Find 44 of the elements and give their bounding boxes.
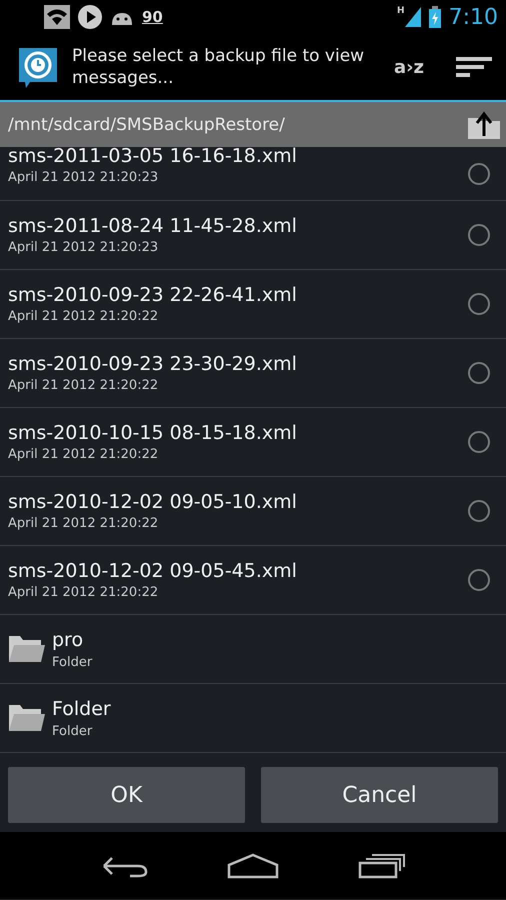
battery-icon xyxy=(428,6,441,28)
file-name: sms-2010-09-23 22-26-41.xml xyxy=(8,284,298,306)
radio-button[interactable] xyxy=(468,500,490,522)
file-name: sms-2011-08-24 11-45-28.xml xyxy=(8,215,298,237)
file-name: sms-2010-12-02 09-05-45.xml xyxy=(8,560,298,582)
clock: 7:10 xyxy=(448,4,498,30)
file-date: April 21 2012 21:20:22 xyxy=(8,309,160,324)
file-date: April 21 2012 21:20:23 xyxy=(8,240,160,255)
file-date: April 21 2012 21:20:22 xyxy=(8,447,160,462)
sort-button[interactable]: a›z xyxy=(394,56,424,78)
notification-count: 90 xyxy=(142,8,163,26)
folder-name: pro xyxy=(52,628,84,650)
file-name: sms-2010-10-15 08-15-18.xml xyxy=(8,422,298,444)
radio-button[interactable] xyxy=(468,569,490,591)
folder-label: Folder xyxy=(52,654,94,670)
recent-apps-icon[interactable] xyxy=(358,852,406,878)
network-type: H xyxy=(397,6,405,16)
wifi-icon xyxy=(44,5,70,29)
file-date: April 21 2012 21:20:22 xyxy=(8,585,160,600)
folder-name: Folder xyxy=(52,698,112,720)
app-icon[interactable] xyxy=(16,45,60,89)
menu-icon[interactable] xyxy=(456,55,492,79)
folder-label: Folder xyxy=(52,724,94,738)
radio-button[interactable] xyxy=(468,224,490,246)
radio-button[interactable] xyxy=(468,162,490,184)
file-date: April 21 2012 21:20:23 xyxy=(8,170,160,185)
radio-button[interactable] xyxy=(468,362,490,384)
folder-path: /mnt/sdcard/SMSBackupRestore/ xyxy=(8,114,286,134)
file-name: sms-2010-12-02 09-05-10.xml xyxy=(8,491,298,513)
signal-icon xyxy=(404,7,421,27)
file-name: sms-2011-03-05 16-16-18.xml xyxy=(8,145,298,167)
dialog-title: Please select a backup file to view messages... xyxy=(72,45,366,89)
home-icon[interactable] xyxy=(226,852,279,878)
folder-up-icon[interactable] xyxy=(466,110,502,140)
radio-button[interactable] xyxy=(468,431,490,453)
file-date: April 21 2012 21:20:22 xyxy=(8,378,160,393)
dialog-button[interactable]: OK xyxy=(8,767,245,823)
dialog-button[interactable]: Cancel xyxy=(261,767,498,823)
play-icon xyxy=(78,5,102,29)
folder-icon xyxy=(8,634,46,664)
file-date: April 21 2012 21:20:22 xyxy=(8,516,160,531)
folder-icon xyxy=(8,703,46,733)
file-name: sms-2010-09-23 23-30-29.xml xyxy=(8,353,298,375)
radio-button[interactable] xyxy=(468,293,490,315)
